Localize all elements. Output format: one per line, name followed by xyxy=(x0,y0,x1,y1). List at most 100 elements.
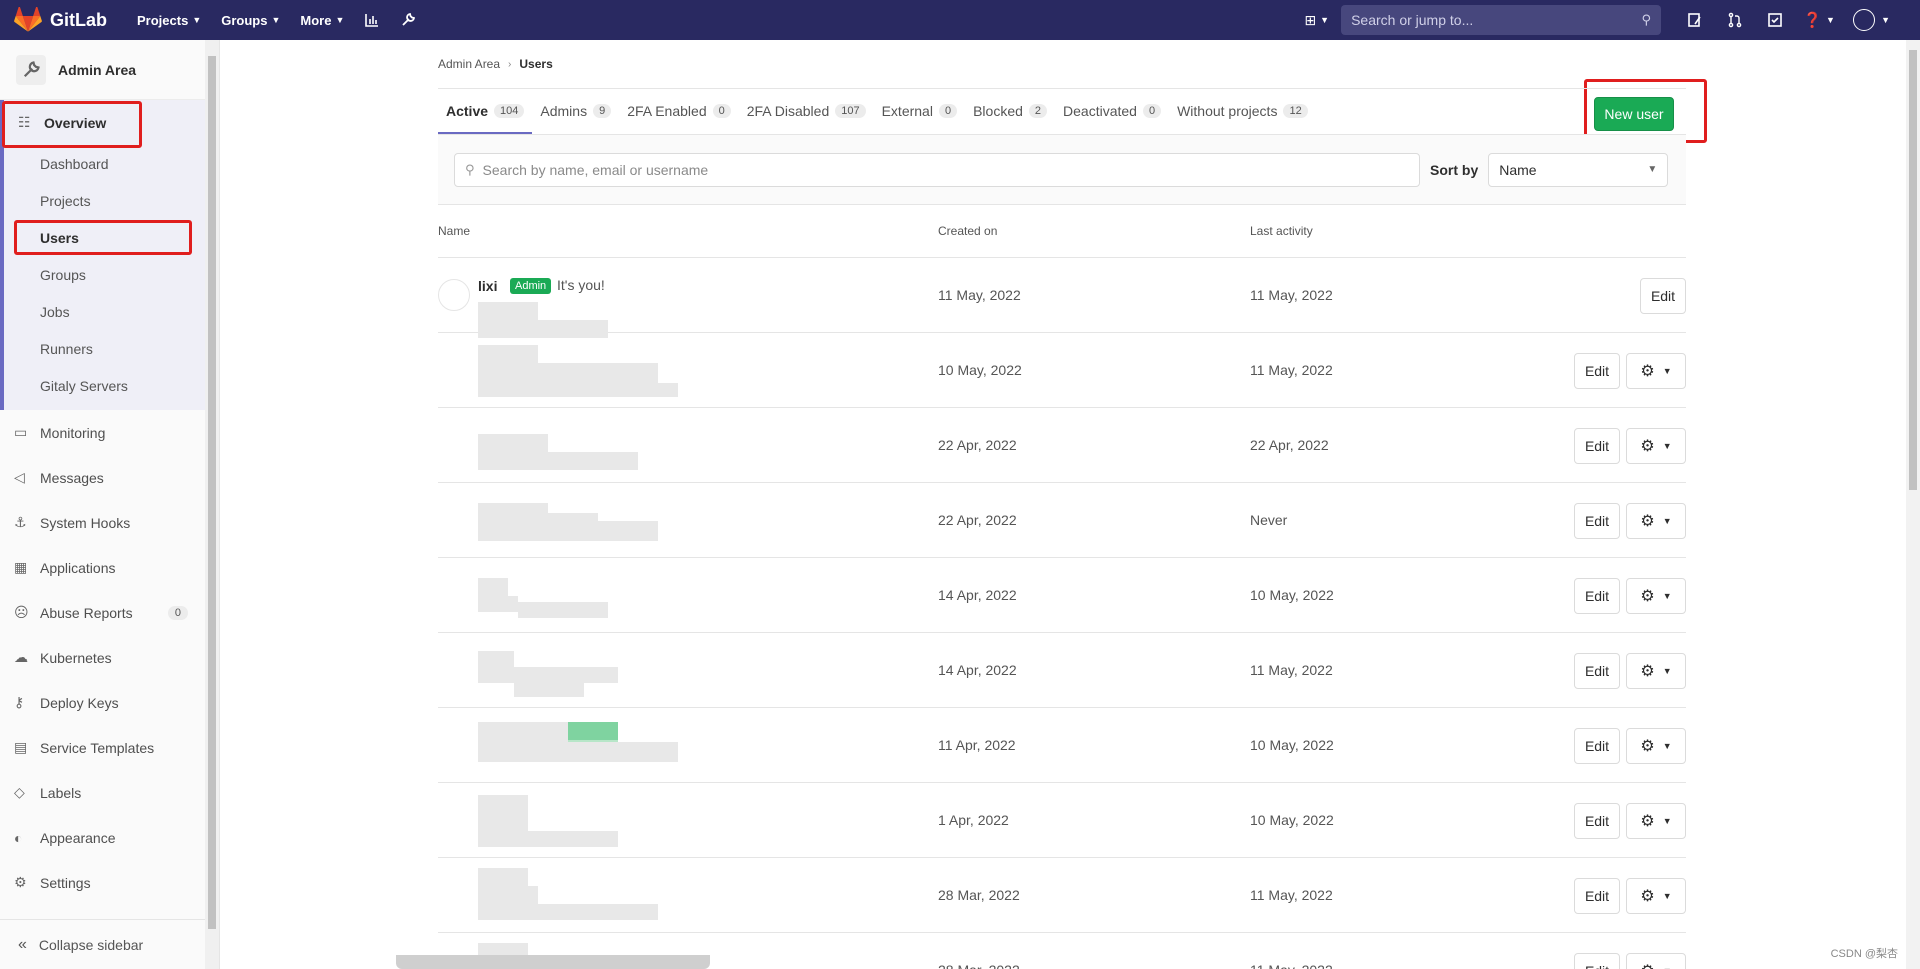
user-settings-dropdown[interactable]: ⚙▼ xyxy=(1626,353,1686,389)
tab-label: 2FA Disabled xyxy=(746,102,830,119)
edit-user-button[interactable]: Edit xyxy=(1574,428,1620,464)
created-on-cell: 22 Apr, 2022 xyxy=(938,512,1017,528)
tab-without-projects[interactable]: Without projects 12 xyxy=(1169,89,1316,134)
sidebar-sub-dashboard[interactable]: Dashboard xyxy=(4,145,206,182)
sidebar-item-messages[interactable]: ◁ Messages xyxy=(0,455,206,500)
breadcrumb-admin-area[interactable]: Admin Area xyxy=(438,57,500,71)
user-settings-dropdown[interactable]: ⚙▼ xyxy=(1626,578,1686,614)
sidebar-item-deploy-keys[interactable]: ⚷ Deploy Keys xyxy=(0,680,206,725)
user-menu[interactable]: ▼ xyxy=(1853,9,1890,31)
sidebar-item-settings[interactable]: ⚙ Settings xyxy=(0,860,206,905)
user-settings-dropdown[interactable]: ⚙▼ xyxy=(1626,803,1686,839)
sidebar-header[interactable]: Admin Area xyxy=(0,40,206,100)
redacted-user-info xyxy=(514,682,584,697)
key-icon: ⚷ xyxy=(14,694,25,710)
todos-icon[interactable] xyxy=(1755,0,1795,40)
sidebar-sub-projects[interactable]: Projects xyxy=(4,182,206,219)
nav-groups[interactable]: Groups ▼ xyxy=(211,0,290,40)
page-scrollbar[interactable] xyxy=(1906,40,1920,969)
sidebar-item-monitoring[interactable]: ▭ Monitoring xyxy=(0,410,206,455)
edit-user-button[interactable]: Edit xyxy=(1574,878,1620,914)
user-settings-dropdown[interactable]: ⚙▼ xyxy=(1626,428,1686,464)
activity-chart-icon[interactable] xyxy=(354,0,390,40)
tab-active[interactable]: Active 104 xyxy=(438,89,533,134)
user-settings-dropdown[interactable]: ⚙▼ xyxy=(1626,503,1686,539)
megaphone-icon: ◁ xyxy=(14,469,25,485)
tab-admins[interactable]: Admins 9 xyxy=(532,89,619,134)
issues-icon[interactable] xyxy=(1675,0,1715,40)
sidebar-item-abuse-reports[interactable]: ☹ Abuse Reports 0 xyxy=(0,590,206,635)
tab-2fa-enabled[interactable]: 2FA Enabled 0 xyxy=(619,89,739,134)
sidebar-item-labels[interactable]: ◇ Labels xyxy=(0,770,206,815)
sidebar-item-label: Messages xyxy=(40,469,104,486)
edit-user-button[interactable]: Edit xyxy=(1574,953,1620,969)
redacted-user-info xyxy=(478,577,508,596)
user-name-cell xyxy=(438,783,938,858)
gitlab-logo[interactable]: GitLab xyxy=(14,0,127,40)
sidebar-sub-users[interactable]: Users xyxy=(4,219,206,256)
gear-icon: ⚙ xyxy=(1640,438,1655,455)
gear-icon: ⚙ xyxy=(1640,513,1655,530)
edit-user-button[interactable]: Edit xyxy=(1574,578,1620,614)
sort-select[interactable]: Name ▼ xyxy=(1488,152,1669,187)
sidebar-scrollbar-thumb[interactable] xyxy=(208,56,216,929)
redacted-user-info xyxy=(478,721,568,742)
tab-deactivated[interactable]: Deactivated 0 xyxy=(1055,89,1169,134)
redacted-user-info xyxy=(478,794,528,813)
user-search-box[interactable]: ⚲ xyxy=(454,152,1420,187)
sidebar-sub-gitaly-servers[interactable]: Gitaly Servers xyxy=(4,367,206,404)
edit-user-button[interactable]: Edit xyxy=(1574,503,1620,539)
sidebar-item-applications[interactable]: ▦ Applications xyxy=(0,545,206,590)
edit-user-button[interactable]: Edit xyxy=(1574,653,1620,689)
edit-user-button[interactable]: Edit xyxy=(1574,353,1620,389)
redacted-user-info xyxy=(548,451,608,466)
user-settings-dropdown[interactable]: ⚙▼ xyxy=(1626,728,1686,764)
user-settings-dropdown[interactable]: ⚙▼ xyxy=(1626,878,1686,914)
user-settings-dropdown[interactable]: ⚙▼ xyxy=(1626,653,1686,689)
blurred-overlay xyxy=(396,955,710,969)
sidebar-scrollbar[interactable] xyxy=(205,40,219,969)
user-name-cell xyxy=(438,708,938,783)
user-search-input[interactable] xyxy=(482,161,1383,178)
sidebar-item-appearance[interactable]: ◐ Appearance xyxy=(0,815,206,860)
tab-count-badge: 9 xyxy=(593,103,612,118)
user-name-cell xyxy=(438,558,938,633)
tab-label: Without projects xyxy=(1177,102,1278,119)
sidebar-sub-jobs[interactable]: Jobs xyxy=(4,293,206,330)
tab-external[interactable]: External 0 xyxy=(874,89,965,134)
sidebar-item-service-templates[interactable]: ▤ Service Templates xyxy=(0,725,206,770)
tab-blocked[interactable]: Blocked 2 xyxy=(965,89,1055,134)
redacted-user-info xyxy=(478,830,618,847)
redacted-user-info xyxy=(538,512,598,527)
new-user-button[interactable]: New user xyxy=(1594,97,1674,131)
edit-user-button[interactable]: Edit xyxy=(1640,278,1686,314)
sidebar-item-system-hooks[interactable]: ⚓ System Hooks xyxy=(0,500,206,545)
nav-more[interactable]: More ▼ xyxy=(290,0,354,40)
user-name-link[interactable]: lixi xyxy=(478,278,497,294)
table-row: lixi Admin It's you! 11 May, 2022 11 May, 20… xyxy=(438,258,1686,338)
tab-label: External xyxy=(881,102,933,119)
new-dropdown-button[interactable]: ⊞ ▼ xyxy=(1292,12,1341,29)
edit-user-button[interactable]: Edit xyxy=(1574,728,1620,764)
global-search[interactable]: ⚲ xyxy=(1341,5,1662,35)
nav-projects[interactable]: Projects ▼ xyxy=(127,0,211,40)
tab-2fa-disabled[interactable]: 2FA Disabled 107 xyxy=(739,89,874,134)
user-settings-dropdown[interactable]: ⚙▼ xyxy=(1626,953,1686,969)
redacted-user-info xyxy=(478,885,538,904)
sidebar-item-kubernetes[interactable]: ☁ Kubernetes xyxy=(0,635,206,680)
breadcrumb-users[interactable]: Users xyxy=(519,57,552,71)
global-search-input[interactable] xyxy=(1351,12,1632,28)
created-on-cell: 11 Apr, 2022 xyxy=(938,737,1016,753)
collapse-sidebar-button[interactable]: « Collapse sidebar xyxy=(0,919,206,969)
edit-user-button[interactable]: Edit xyxy=(1574,803,1620,839)
sidebar-sub-runners[interactable]: Runners xyxy=(4,330,206,367)
merge-requests-icon[interactable] xyxy=(1715,0,1755,40)
admin-wrench-icon[interactable] xyxy=(390,0,426,40)
user-name-cell xyxy=(438,333,938,408)
help-dropdown[interactable]: ❓ ▼ xyxy=(1795,0,1843,40)
page-scrollbar-thumb[interactable] xyxy=(1909,50,1917,490)
sidebar-sub-groups[interactable]: Groups xyxy=(4,256,206,293)
avatar[interactable] xyxy=(438,279,470,311)
sidebar-item-overview[interactable]: ☷ Overview xyxy=(4,100,210,145)
user-name-cell: lixi Admin It's you! xyxy=(438,258,938,338)
